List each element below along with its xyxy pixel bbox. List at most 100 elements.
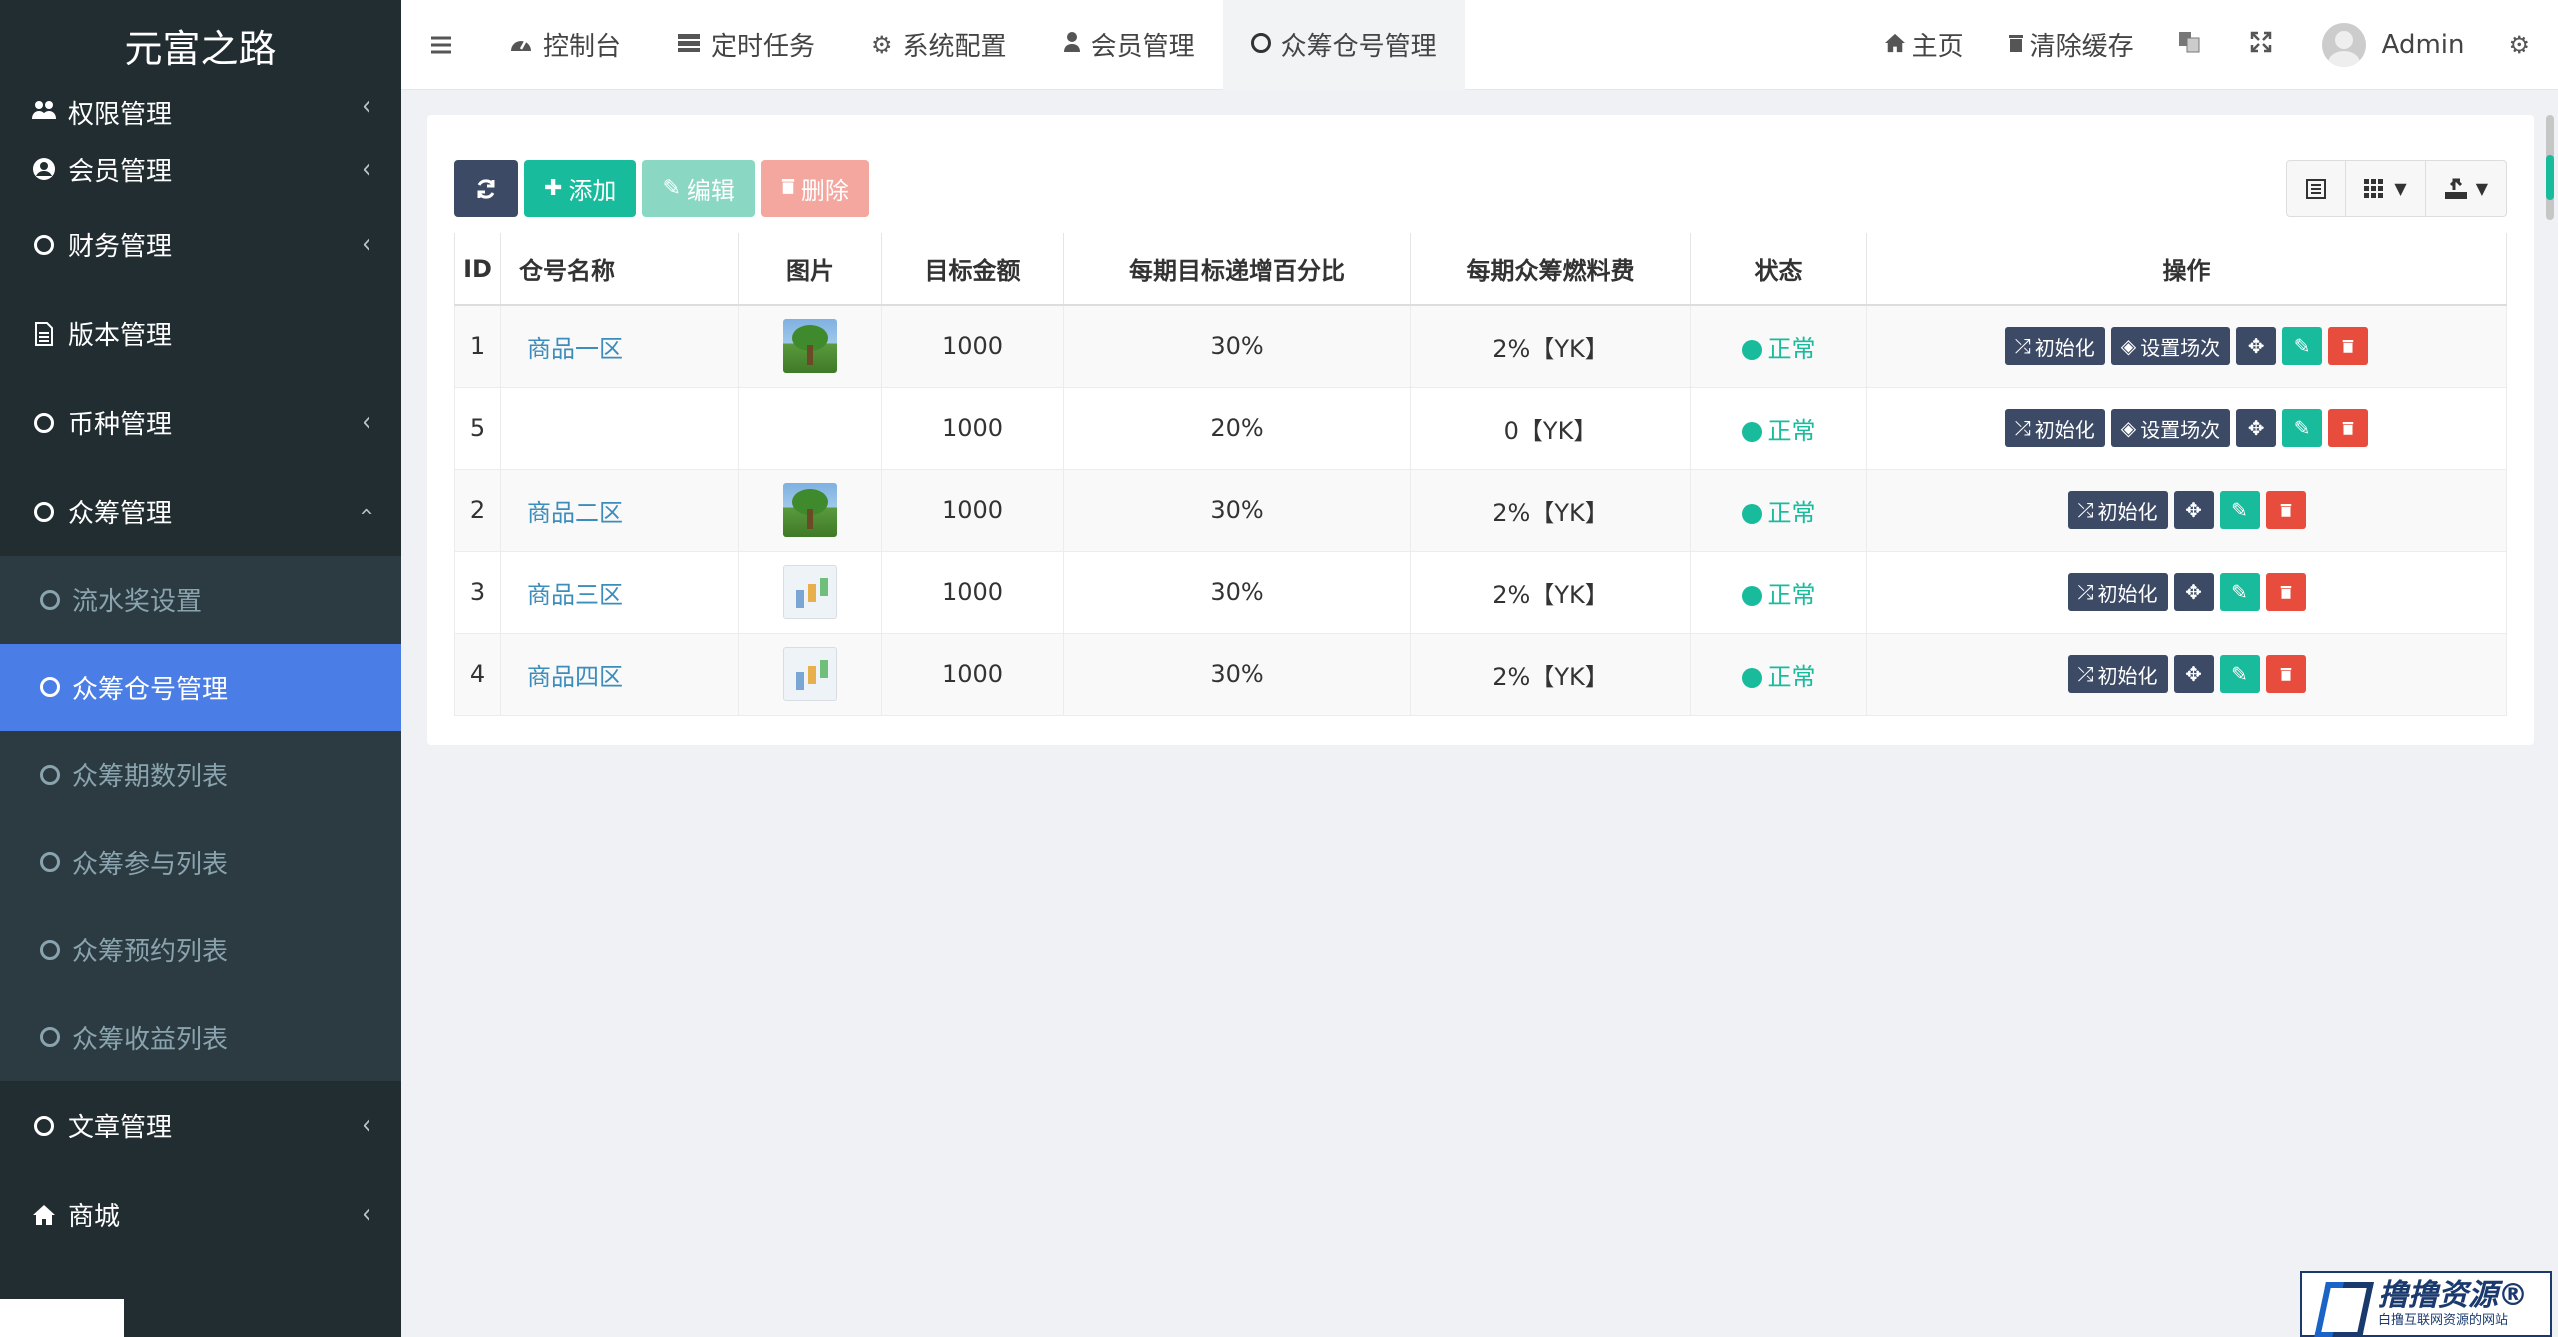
set-rounds-button[interactable]: ◈ 设置场次 [2110, 409, 2231, 447]
initialize-button[interactable]: ⤮ 初始化 [2067, 573, 2168, 611]
status-label: 正常 [1767, 334, 1816, 363]
row-edit-button[interactable]: ✎ [2282, 409, 2323, 447]
warehouse-name-link[interactable]: 商品四区 [527, 663, 623, 691]
export-button[interactable]: ▼ [2426, 161, 2506, 216]
move-icon: ✥ [2185, 498, 2202, 522]
chevron-left-icon: ‹ [362, 91, 371, 122]
tab-system-config[interactable]: ⚙ 系统配置 [843, 0, 1035, 90]
sidebar-subitem-reservations[interactable]: 众筹预约列表 [0, 906, 401, 994]
row-delete-button[interactable] [2265, 655, 2306, 693]
table-row[interactable]: 1 商品一区 1000 30% 2%【YK】 正常 ⤮ 初始化 ◈ 设置场次 ✥ ✎ [454, 304, 2507, 388]
edit-button[interactable]: ✎ 编辑 [642, 160, 755, 217]
table-header-row: ID 仓号名称 图片 目标金额 每期目标递增百分比 每期众筹燃料费 状态 操作 [454, 233, 2507, 306]
refresh-button[interactable] [454, 160, 518, 217]
sidebar-item-crowdfunding[interactable]: 众筹管理 ‹ [0, 467, 401, 556]
warehouse-name-link[interactable]: 商品二区 [527, 499, 623, 527]
sidebar-item-label: 财务管理 [68, 232, 173, 262]
sidebar-item-currency[interactable]: 币种管理 ‹ [0, 378, 401, 467]
sidebar-item-permissions[interactable]: 权限管理 ‹ [0, 90, 401, 138]
cell-target: 1000 [881, 632, 1064, 716]
clear-cache-link[interactable]: 清除缓存 [1986, 0, 2156, 90]
table-row[interactable]: 3 商品三区 1000 30% 2%【YK】 正常 ⤮ 初始化 ✥ ✎ [454, 550, 2507, 634]
menu-toggle-button[interactable] [401, 0, 481, 90]
initialize-label: 初始化 [2097, 581, 2158, 606]
initialize-button[interactable]: ⤮ 初始化 [2067, 491, 2168, 529]
cell-id: 1 [454, 304, 501, 388]
cell-target: 1000 [881, 468, 1064, 552]
drag-sort-button[interactable]: ✥ [2173, 491, 2214, 529]
row-edit-button[interactable]: ✎ [2282, 327, 2323, 366]
sidebar-subitem-periods[interactable]: 众筹期数列表 [0, 731, 401, 819]
col-increase[interactable]: 每期目标递增百分比 [1063, 233, 1411, 306]
col-target[interactable]: 目标金额 [881, 233, 1064, 306]
drag-sort-button[interactable]: ✥ [2236, 327, 2277, 366]
table-body: 1 商品一区 1000 30% 2%【YK】 正常 ⤮ 初始化 ◈ 设置场次 ✥ ✎ 5 1000 20% 0… [454, 304, 2507, 716]
warehouse-name-link[interactable]: 商品三区 [527, 581, 623, 609]
col-id[interactable]: ID [454, 233, 501, 306]
sidebar-item-articles[interactable]: 文章管理 ‹ [0, 1081, 401, 1170]
table-row[interactable]: 4 商品四区 1000 30% 2%【YK】 正常 ⤮ 初始化 ✥ ✎ [454, 632, 2507, 716]
col-fee[interactable]: 每期众筹燃料费 [1410, 233, 1691, 306]
delete-button[interactable]: 删除 [760, 160, 869, 217]
drag-sort-button[interactable]: ✥ [2173, 655, 2214, 693]
page-scrollbar[interactable] [2546, 115, 2554, 220]
topbar: 控制台 定时任务 ⚙ 系统配置 会员管理 众筹仓号管理 主页 清除缓存 Admi… [401, 0, 2558, 90]
fullscreen-button[interactable] [2228, 0, 2300, 90]
sidebar-item-finance[interactable]: 财务管理 ‹ [0, 200, 401, 289]
add-button[interactable]: ✚ 添加 [524, 160, 637, 217]
initialize-button[interactable]: ⤮ 初始化 [2067, 655, 2168, 693]
drag-sort-button[interactable]: ✥ [2236, 409, 2277, 447]
shuffle-icon: ⤮ [2014, 334, 2031, 359]
tab-scheduled-tasks[interactable]: 定时任务 [649, 0, 843, 90]
columns-button[interactable]: ▼ [2346, 161, 2426, 216]
product-thumbnail[interactable] [783, 647, 837, 701]
circle-icon [28, 229, 60, 261]
sidebar-subitem-warehouse[interactable]: 众筹仓号管理 [0, 643, 401, 731]
home-link[interactable]: 主页 [1862, 0, 1986, 90]
tab-crowdfunding-warehouse[interactable]: 众筹仓号管理 [1222, 0, 1465, 90]
sidebar-item-shop[interactable]: 商城 ‹ [0, 1170, 401, 1259]
row-edit-button[interactable]: ✎ [2219, 491, 2260, 529]
row-delete-button[interactable] [2265, 491, 2306, 529]
sidebar-subitem-label: 众筹参与列表 [72, 849, 229, 880]
tab-member-management[interactable]: 会员管理 [1035, 0, 1223, 90]
chevron-left-icon: ‹ [362, 407, 371, 438]
sidebar-subitem-flow-reward[interactable]: 流水奖设置 [0, 556, 401, 644]
watermark-logo-icon [2312, 1276, 2372, 1332]
row-edit-button[interactable]: ✎ [2219, 573, 2260, 611]
sidebar-item-version[interactable]: 版本管理 [0, 289, 401, 378]
initialize-button[interactable]: ⤮ 初始化 [2004, 409, 2105, 447]
col-status[interactable]: 状态 [1690, 233, 1867, 306]
warehouse-name-link[interactable]: 商品一区 [527, 335, 623, 363]
user-menu[interactable]: Admin [2300, 0, 2487, 90]
tab-dashboard[interactable]: 控制台 [481, 0, 649, 90]
translate-button[interactable] [2156, 0, 2228, 90]
status-dot-icon [1741, 585, 1762, 606]
row-delete-button[interactable] [2265, 573, 2306, 611]
table-row[interactable]: 5 1000 20% 0【YK】 正常 ⤮ 初始化 ◈ 设置场次 ✥ ✎ [454, 386, 2507, 470]
col-image[interactable]: 图片 [738, 233, 882, 306]
sidebar-subitem-earnings[interactable]: 众筹收益列表 [0, 994, 401, 1082]
sidebar-subitem-participants[interactable]: 众筹参与列表 [0, 819, 401, 907]
row-edit-button[interactable]: ✎ [2219, 655, 2260, 693]
col-name[interactable]: 仓号名称 [500, 233, 739, 306]
tab-label: 众筹仓号管理 [1280, 32, 1437, 62]
product-thumbnail[interactable] [783, 483, 837, 537]
product-thumbnail[interactable] [783, 319, 837, 374]
initialize-label: 初始化 [2034, 335, 2095, 360]
set-rounds-button[interactable]: ◈ 设置场次 [2110, 327, 2231, 366]
cogs-icon: ⚙ [2508, 30, 2530, 59]
table-row[interactable]: 2 商品二区 1000 30% 2%【YK】 正常 ⤮ 初始化 ✥ ✎ [454, 468, 2507, 552]
sidebar-subitem-label: 流水奖设置 [72, 587, 203, 618]
sidebar-item-members[interactable]: 会员管理 ‹ [0, 138, 401, 200]
row-delete-button[interactable] [2328, 327, 2369, 366]
product-thumbnail[interactable] [783, 565, 837, 619]
row-delete-button[interactable] [2328, 409, 2369, 447]
sidebar-item-label: 版本管理 [68, 321, 173, 351]
status-label: 正常 [1767, 498, 1816, 527]
drag-sort-button[interactable]: ✥ [2173, 573, 2214, 611]
pencil-icon: ✎ [2231, 498, 2248, 522]
initialize-button[interactable]: ⤮ 初始化 [2004, 327, 2105, 366]
card-view-button[interactable] [2287, 161, 2347, 216]
settings-button[interactable]: ⚙ [2486, 0, 2558, 90]
